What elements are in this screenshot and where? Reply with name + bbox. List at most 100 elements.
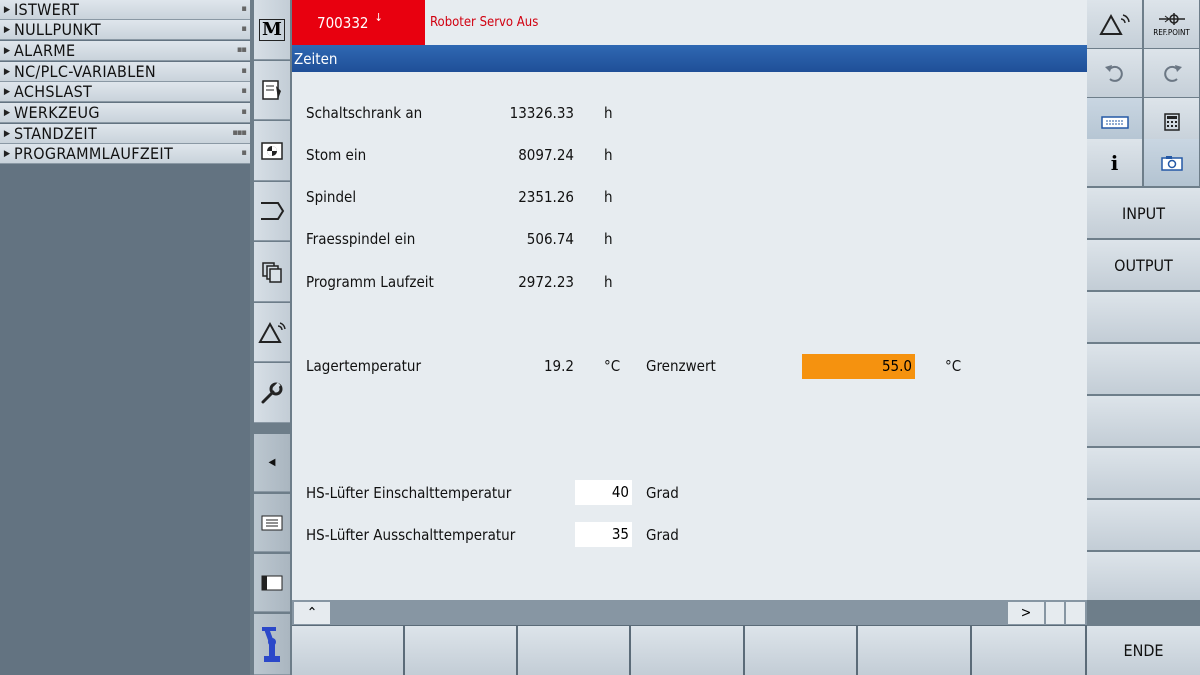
menu-item-alarme[interactable]: ▶ ALARME ▪▪ xyxy=(0,41,250,61)
softkey-empty[interactable] xyxy=(1087,500,1200,550)
limit-label: Grenzwert xyxy=(646,357,716,375)
program-area-button[interactable] xyxy=(254,61,290,120)
softkey-empty[interactable] xyxy=(1087,396,1200,446)
scroll-slot xyxy=(1046,602,1064,624)
fan-unit: Grad xyxy=(646,484,679,502)
triangle-right-icon: ▶ xyxy=(3,45,11,56)
bottom-softkey-7[interactable] xyxy=(972,626,1085,675)
alarm-diagnostics-button[interactable] xyxy=(1087,0,1142,48)
menu-label: STANDZEIT xyxy=(14,124,98,143)
time-unit: h xyxy=(604,188,613,206)
undo-button[interactable] xyxy=(1087,49,1142,97)
time-unit: h xyxy=(604,273,613,291)
menu-item-werkzeug[interactable]: ▶ WERKZEUG ▪ xyxy=(0,103,250,123)
robot-button[interactable] xyxy=(254,614,290,675)
time-unit: h xyxy=(604,146,613,164)
menu-label: WERKZEUG xyxy=(14,103,100,122)
menu-item-istwert[interactable]: ▶ ISTWERT ▪ xyxy=(0,0,250,20)
fan-off-temp-field[interactable]: 35 xyxy=(575,522,632,547)
softkey-empty[interactable] xyxy=(1087,344,1200,394)
time-value: 2972.23 xyxy=(518,273,574,291)
bearing-temp-label: Lagertemperatur xyxy=(306,357,422,375)
window-2-button[interactable] xyxy=(254,554,290,612)
ende-button[interactable]: ENDE xyxy=(1087,626,1200,675)
back-button[interactable]: ◀ xyxy=(254,434,290,492)
times-panel: Schaltschrank an 13326.33 h Stom ein 809… xyxy=(292,72,1087,600)
redo-icon xyxy=(1163,65,1182,82)
triangle-right-icon: ▶ xyxy=(3,148,11,159)
menu-marker: ▪ xyxy=(241,4,247,14)
triangle-right-icon: ▶ xyxy=(3,128,11,139)
menu-marker: ▪▪ xyxy=(237,45,247,55)
triangle-left-icon: ◀ xyxy=(268,457,276,468)
menu-item-standzeit[interactable]: ▶ STANDZEIT ▪▪▪ xyxy=(0,124,250,144)
softkey-empty[interactable] xyxy=(1087,292,1200,342)
bottom-softkey-1[interactable] xyxy=(292,626,403,675)
fan-on-temp-field[interactable]: 40 xyxy=(575,480,632,505)
bearing-temp-unit: °C xyxy=(604,357,621,375)
bottom-softkey-5[interactable] xyxy=(745,626,856,675)
refpoint-button[interactable]: REF.POINT xyxy=(1144,0,1199,48)
setup-area-button[interactable] xyxy=(254,363,290,423)
scroll-up-button[interactable]: ⌃ xyxy=(294,602,330,624)
scroll-slot xyxy=(1066,602,1085,624)
window-1-button[interactable] xyxy=(254,494,290,552)
time-label: Stom ein xyxy=(306,146,367,164)
offset-icon xyxy=(261,141,283,160)
info-icon: i xyxy=(1110,150,1119,175)
operating-area-bar: M ◀ xyxy=(250,0,292,675)
undo-icon xyxy=(1104,65,1123,82)
bearing-temp-value: 19.2 xyxy=(543,357,574,375)
triangle-right-icon: ▶ xyxy=(3,107,11,118)
limit-unit: °C xyxy=(945,357,962,375)
program-manager-button[interactable] xyxy=(254,182,290,241)
output-button[interactable]: OUTPUT xyxy=(1087,240,1200,290)
program-manager-icon xyxy=(261,202,285,220)
bottom-softkey-2[interactable] xyxy=(405,626,516,675)
scroll-strip: ⌃ > xyxy=(292,600,1087,625)
diagnostics-area-button[interactable] xyxy=(254,303,290,362)
time-unit: h xyxy=(604,104,613,122)
menu-item-achslast[interactable]: ▶ ACHSLAST ▪ xyxy=(0,82,250,102)
offset-area-button[interactable] xyxy=(254,121,290,181)
triangle-right-icon: ▶ xyxy=(3,66,11,77)
time-value: 13326.33 xyxy=(509,104,574,122)
menu-label: ACHSLAST xyxy=(14,82,93,101)
bottom-softkey-3[interactable] xyxy=(518,626,629,675)
diagnostics-icon xyxy=(1098,13,1130,35)
fan-label: HS-Lüfter Ausschalttemperatur xyxy=(306,526,516,544)
menu-item-nullpunkt[interactable]: ▶ NULLPUNKT ▪ xyxy=(0,20,250,40)
copy-area-button[interactable] xyxy=(254,242,290,302)
fan-unit: Grad xyxy=(646,526,679,544)
triangle-right-icon: ▶ xyxy=(3,86,11,97)
screenshot-button[interactable] xyxy=(1144,139,1199,186)
alarm-number: 700332 xyxy=(317,13,369,32)
chevron-up-icon: ⌃ xyxy=(306,605,318,621)
scroll-right-button[interactable]: > xyxy=(1008,602,1044,624)
bottom-softkey-4[interactable] xyxy=(631,626,743,675)
triangle-right-icon: ▶ xyxy=(3,4,11,15)
robot-icon xyxy=(262,627,280,662)
time-value: 8097.24 xyxy=(518,146,574,164)
alarm-number-box[interactable]: 700332 ↓ xyxy=(292,0,425,45)
limit-value-field[interactable]: 55.0 xyxy=(802,354,915,379)
program-icon xyxy=(262,80,281,100)
input-button[interactable]: INPUT xyxy=(1087,188,1200,238)
softkey-empty[interactable] xyxy=(1087,552,1200,600)
copy-icon xyxy=(262,261,282,283)
bottom-softkey-6[interactable] xyxy=(858,626,970,675)
time-label: Spindel xyxy=(306,188,357,206)
machine-area-button[interactable]: M xyxy=(254,0,290,60)
time-label: Programm Laufzeit xyxy=(306,273,434,291)
info-button[interactable]: i xyxy=(1087,139,1142,186)
menu-marker: ▪ xyxy=(241,148,247,158)
menu-item-nc-plc-variablen[interactable]: ▶ NC/PLC-VARIABLEN ▪ xyxy=(0,62,250,82)
redo-button[interactable] xyxy=(1144,49,1199,97)
softkey-empty[interactable] xyxy=(1087,448,1200,498)
keyboard-icon xyxy=(1100,116,1129,129)
menu-item-programmlaufzeit[interactable]: ▶ PROGRAMMLAUFZEIT ▪ xyxy=(0,144,250,164)
menu-label: NULLPUNKT xyxy=(14,20,102,39)
time-value: 2351.26 xyxy=(518,188,574,206)
fan-label: HS-Lüfter Einschalttemperatur xyxy=(306,484,512,502)
machine-icon: M xyxy=(259,18,285,41)
